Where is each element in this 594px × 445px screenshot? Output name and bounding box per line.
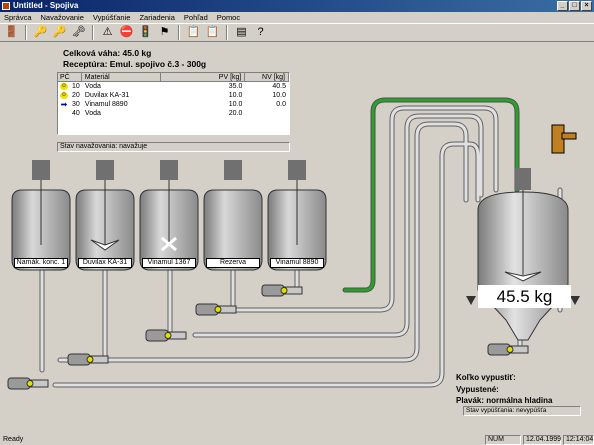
cell-material: Duvilax KA-31 xyxy=(84,92,130,99)
recipe-label: Receptúra: Emul. spojivo č.3 - 300g xyxy=(63,59,207,69)
cell-pv: 20.0 xyxy=(228,110,243,117)
mixer-weight: 45.5 kg xyxy=(478,285,571,308)
minimize-button[interactable]: _ xyxy=(557,1,568,11)
cell-pc: 20 xyxy=(72,92,80,99)
copy2-icon[interactable]: 📋 xyxy=(204,25,221,41)
cell-pc: 40 xyxy=(72,110,80,117)
copy-icon[interactable]: 📋 xyxy=(185,25,202,41)
cell-material: Vinamul 8890 xyxy=(84,101,128,108)
col-nv[interactable]: NV [kg] xyxy=(245,73,289,81)
menu-bar: Správca Navažovanie Vypúšťanie Zariadeni… xyxy=(0,12,594,23)
toolbar-separator xyxy=(25,25,27,40)
menu-pomoc[interactable]: Pomoc xyxy=(217,12,240,23)
toolbar-separator xyxy=(226,25,228,40)
status-ready: Ready xyxy=(3,436,24,443)
cell-material: Voda xyxy=(84,83,101,90)
cell-nv: 0.0 xyxy=(276,101,286,108)
tank-label[interactable]: Namák. konc. 1 xyxy=(14,258,68,268)
cell-nv xyxy=(245,109,289,118)
flag-icon[interactable]: ⚑ xyxy=(156,25,173,41)
col-pc[interactable]: PČ xyxy=(58,73,82,81)
form-icon[interactable]: ▤ xyxy=(233,25,250,41)
app-window: Untitled - Spojiva _ □ × Správca Navažov… xyxy=(0,0,594,445)
smiley-icon: ☺ xyxy=(60,92,68,99)
exit-icon[interactable]: 🚪 xyxy=(3,25,20,41)
key-icon[interactable]: 🔑 xyxy=(32,25,49,41)
table-row[interactable]: 40 Voda 20.0 xyxy=(58,109,289,118)
cell-nv: 40.5 xyxy=(272,83,286,90)
status-num: NUM xyxy=(485,435,521,445)
warning-icon[interactable]: ⚠ xyxy=(99,25,116,41)
toolbar-separator xyxy=(92,25,94,40)
tank-label[interactable]: Duvilax KA-31 xyxy=(78,258,132,268)
status-date: 12.04.1999 xyxy=(523,435,561,445)
menu-pohlad[interactable]: Pohľad xyxy=(184,12,208,23)
window-title: Untitled - Spojiva xyxy=(13,1,79,10)
smiley-icon: ☺ xyxy=(60,83,68,90)
status-time: 12:14:04 xyxy=(563,435,594,445)
stop-icon[interactable]: ⛔ xyxy=(118,25,135,41)
tank-label[interactable]: Vinamul 8890 xyxy=(270,258,324,268)
float-status: Plavák: normálna hladina xyxy=(456,396,553,405)
close-button[interactable]: × xyxy=(581,1,592,11)
cell-nv: 10.0 xyxy=(272,92,286,99)
cell-pc: 30 xyxy=(72,101,80,108)
discharge-status: Stav vypúšťania: nevypúšťa xyxy=(463,406,581,416)
key-arrow-icon[interactable]: 🔑 xyxy=(51,25,68,41)
cell-pv: 10.0 xyxy=(228,101,243,108)
menu-vypustanie[interactable]: Vypúšťanie xyxy=(93,12,131,23)
discharged-label: Vypustené: xyxy=(456,385,499,394)
weighing-status: Stav navažovania: navažuje xyxy=(57,142,290,152)
maximize-button[interactable]: □ xyxy=(569,1,580,11)
cell-pv: 35.0 xyxy=(228,83,243,90)
col-pv[interactable]: PV [kg] xyxy=(161,73,246,81)
table-row[interactable]: ☺ 20 Duvilax KA-31 10.0 10.0 xyxy=(58,91,289,100)
arrow-right-icon: ➡ xyxy=(60,100,68,109)
table-row[interactable]: ➡ 30 Vinamul 8890 10.0 0.0 xyxy=(58,100,289,109)
traffic-light-icon[interactable]: 🚦 xyxy=(137,25,154,41)
cell-pc: 10 xyxy=(72,83,80,90)
total-weight: Celková váha: 45.0 kg xyxy=(63,48,152,58)
menu-spravca[interactable]: Správca xyxy=(4,12,32,23)
status-bar: Ready NUM 12.04.1999 12:14:04 xyxy=(0,435,594,445)
toolbar: 🚪 🔑 🔑 🗝 ⚠ ⛔ 🚦 ⚑ 📋 📋 ▤ ? xyxy=(0,23,594,42)
window-buttons: _ □ × xyxy=(557,1,592,11)
toolbar-separator xyxy=(178,25,180,40)
table-header: PČ Materiál PV [kg] NV [kg] xyxy=(58,73,289,82)
tank-label[interactable]: Rezerva xyxy=(206,258,260,268)
tank-label[interactable]: Vinamul 1367 xyxy=(142,258,196,268)
help-icon[interactable]: ? xyxy=(252,25,269,41)
app-icon xyxy=(2,2,10,10)
discharge-amount-label: Koľko vypustiť: xyxy=(456,373,516,382)
table-row[interactable]: ☺ 10 Voda 35.0 40.5 xyxy=(58,82,289,91)
dosing-table: PČ Materiál PV [kg] NV [kg] ☺ 10 Voda 35.… xyxy=(57,72,290,135)
menu-navazovanie[interactable]: Navažovanie xyxy=(41,12,84,23)
valve-icon xyxy=(551,124,577,154)
menu-zariadenia[interactable]: Zariadenia xyxy=(139,12,174,23)
cell-material: Voda xyxy=(84,110,101,117)
col-material[interactable]: Materiál xyxy=(82,73,162,81)
tank-group xyxy=(11,160,327,271)
title-bar: Untitled - Spojiva _ □ × xyxy=(0,0,594,12)
cell-pv: 10.0 xyxy=(228,92,243,99)
key-cross-icon[interactable]: 🗝 xyxy=(70,25,87,41)
